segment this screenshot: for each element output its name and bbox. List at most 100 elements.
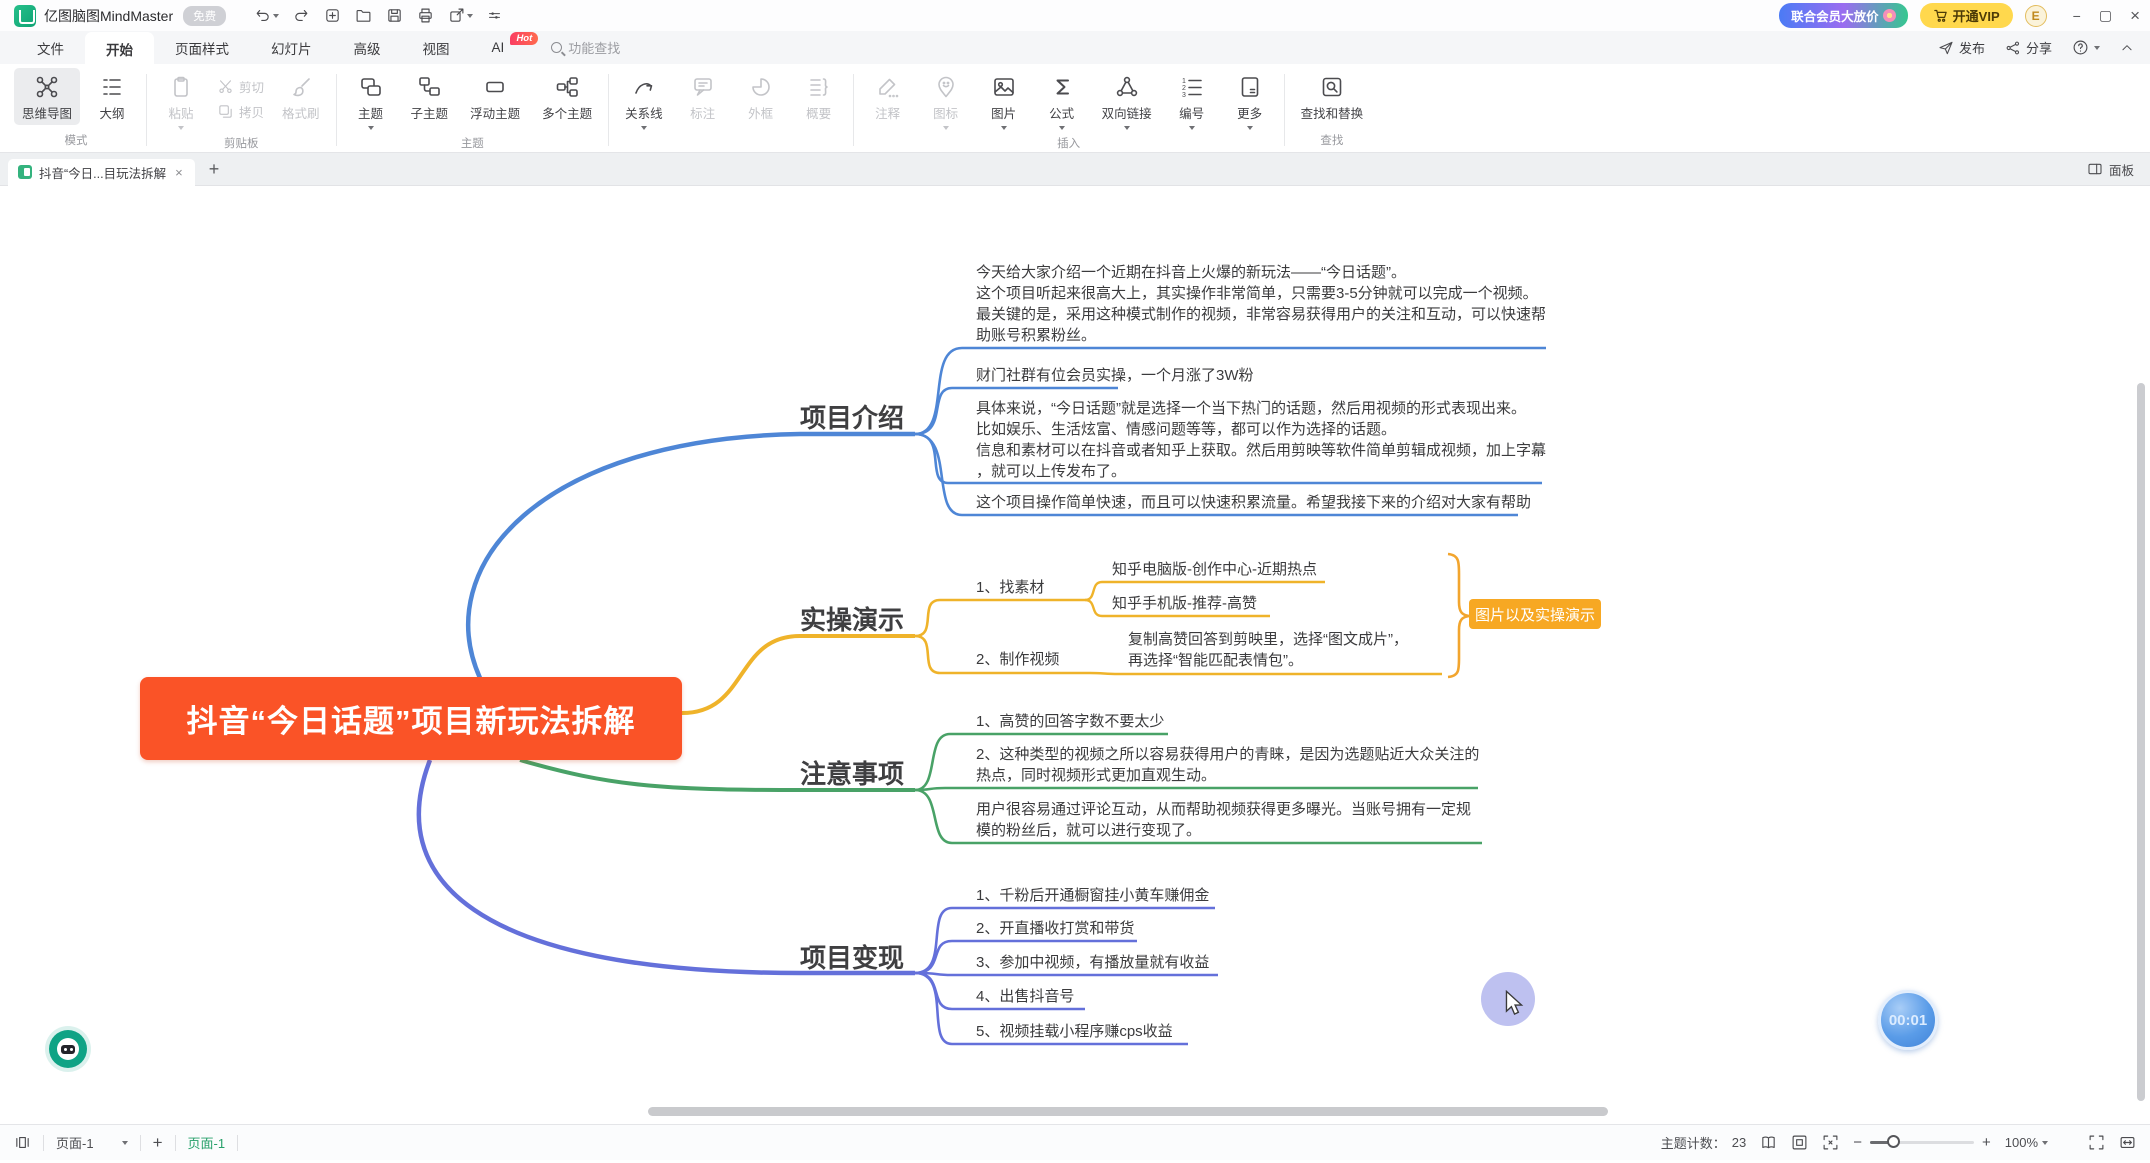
page-panel-button[interactable] xyxy=(14,1134,31,1151)
menu-tab-view[interactable]: 视图 xyxy=(402,33,471,63)
branch-node-demo[interactable]: 实操演示 xyxy=(800,600,904,637)
fit-window-button[interactable] xyxy=(1822,1134,1839,1151)
summary-topic-node[interactable]: 图片以及实操演示 xyxy=(1469,599,1601,629)
summary-button[interactable]: 概要 xyxy=(793,68,845,125)
collapse-ribbon-button[interactable] xyxy=(2120,41,2134,55)
recording-timer-bubble[interactable]: 00:01 xyxy=(1878,990,1938,1050)
export-share-button[interactable] xyxy=(448,7,473,24)
branch-node-intro[interactable]: 项目介绍 xyxy=(800,398,904,435)
zoom-slider-knob[interactable] xyxy=(1887,1135,1900,1148)
subtopic-button[interactable]: 子主题 xyxy=(403,68,457,125)
paste-dropdown-caret[interactable] xyxy=(178,126,184,130)
share-button[interactable]: 分享 xyxy=(2005,38,2052,57)
picture-dropdown-caret[interactable] xyxy=(1001,126,1007,130)
topic-node[interactable]: 2、制作视频 xyxy=(976,649,1059,670)
relationship-line-button[interactable]: 关系线 xyxy=(617,68,671,133)
branch-node-notes[interactable]: 注意事项 xyxy=(800,754,904,791)
topic-node[interactable]: 2、开直播收打赏和带货 xyxy=(976,918,1134,939)
format-painter-button[interactable]: 格式刷 xyxy=(274,68,328,125)
outline-mode-button[interactable]: 大纲 xyxy=(86,68,138,125)
add-page-button[interactable]: + xyxy=(153,1133,163,1153)
paste-button[interactable]: 粘贴 xyxy=(155,68,207,133)
redo-button[interactable] xyxy=(293,7,310,24)
menu-tab-file[interactable]: 文件 xyxy=(16,33,85,63)
menu-tab-page-style[interactable]: 页面样式 xyxy=(154,33,250,63)
ai-assistant-button[interactable] xyxy=(49,1030,87,1068)
zoom-slider-track[interactable] xyxy=(1870,1141,1974,1145)
new-document-tab-button[interactable]: + xyxy=(209,159,220,180)
branch-node-monetize[interactable]: 项目变现 xyxy=(800,938,904,975)
save-button[interactable] xyxy=(386,7,403,24)
topic-node[interactable]: 2、这种类型的视频之所以容易获得用户的青睐，是因为选题贴近大众关注的 热点，同时… xyxy=(976,744,1479,786)
formula-dropdown-caret[interactable] xyxy=(1059,126,1065,130)
zoom-out-button[interactable]: − xyxy=(1853,1134,1862,1151)
menu-tab-advanced[interactable]: 高级 xyxy=(333,33,402,63)
horizontal-scrollbar[interactable] xyxy=(648,1107,1608,1116)
insert-icon-caret[interactable] xyxy=(943,126,949,130)
floating-topic-button[interactable]: 浮动主题 xyxy=(462,68,528,125)
fullscreen-button[interactable] xyxy=(2088,1134,2105,1151)
topic-node[interactable]: 复制高赞回答到剪映里，选择“图文成片”， 再选择“智能匹配表情包”。 xyxy=(1128,629,1408,671)
find-replace-button[interactable]: 查找和替换 xyxy=(1293,68,1372,125)
zoom-in-button[interactable]: + xyxy=(1982,1134,1991,1151)
open-vip-button[interactable]: 开通VIP xyxy=(1920,3,2013,28)
menu-tab-slides[interactable]: 幻灯片 xyxy=(250,33,333,63)
fit-page-button[interactable] xyxy=(1791,1134,1808,1151)
fit-width-button[interactable] xyxy=(2119,1134,2136,1151)
topic-node[interactable]: 用户很容易通过评论互动，从而帮助视频获得更多曝光。当账号拥有一定规 模的粉丝后，… xyxy=(976,799,1471,841)
topic-node[interactable]: 1、高赞的回答字数不要太少 xyxy=(976,711,1164,732)
document-tab-close-icon[interactable]: × xyxy=(173,165,185,180)
topic-node[interactable]: 1、找素材 xyxy=(976,577,1044,598)
help-button[interactable] xyxy=(2072,39,2100,56)
comment-button[interactable]: 注释 xyxy=(862,68,914,125)
customize-toolbar-button[interactable] xyxy=(487,8,502,23)
copy-button[interactable]: 拷贝 xyxy=(213,99,268,124)
feature-search-input[interactable]: 功能查找 xyxy=(551,38,620,57)
maximize-button[interactable]: ▢ xyxy=(2099,7,2112,24)
mindmap-mode-button[interactable]: 思维导图 xyxy=(14,68,80,125)
undo-dropdown-caret[interactable] xyxy=(273,14,279,18)
zoom-slider[interactable]: − + xyxy=(1853,1134,1991,1151)
insert-picture-button[interactable]: 图片 xyxy=(978,68,1030,133)
zoom-level-caret[interactable] xyxy=(2042,1141,2048,1145)
relationship-dropdown-caret[interactable] xyxy=(641,126,647,130)
new-document-button[interactable] xyxy=(324,7,341,24)
more-insert-button[interactable]: 更多 xyxy=(1224,68,1276,133)
topic-dropdown-caret[interactable] xyxy=(368,126,374,130)
print-button[interactable] xyxy=(417,7,434,24)
topic-node[interactable]: 财门社群有位会员实操，一个月涨了3W粉 xyxy=(976,365,1254,386)
zoom-level-dropdown[interactable]: 100% xyxy=(2005,1135,2048,1150)
help-dropdown-caret[interactable] xyxy=(2094,46,2100,50)
close-button[interactable]: × xyxy=(2130,6,2140,26)
outer-frame-button[interactable]: 外框 xyxy=(735,68,787,125)
numbering-dropdown-caret[interactable] xyxy=(1189,126,1195,130)
page-select-dropdown[interactable]: 页面-1 xyxy=(56,1133,128,1152)
insert-icon-button[interactable]: 图标 xyxy=(920,68,972,133)
topic-node[interactable]: 5、视频挂载小程序赚cps收益 xyxy=(976,1021,1173,1042)
topic-node[interactable]: 1、千粉后开通橱窗挂小黄车赚佣金 xyxy=(976,885,1209,906)
central-topic-node[interactable]: 抖音“今日话题”项目新玩法拆解 xyxy=(140,677,682,760)
formula-button[interactable]: 公式 xyxy=(1036,68,1088,133)
mindmap-canvas[interactable]: 抖音“今日话题”项目新玩法拆解 项目介绍 实操演示 注意事项 项目变现 今天给大… xyxy=(0,186,2150,1124)
multi-topic-button[interactable]: 多个主题 xyxy=(534,68,600,125)
open-file-button[interactable] xyxy=(355,7,372,24)
topic-node[interactable]: 今天给大家介绍一个近期在抖音上火爆的新玩法——“今日话题”。 这个项目听起来很高… xyxy=(976,262,1546,346)
export-dropdown-caret[interactable] xyxy=(467,14,473,18)
topic-node[interactable]: 知乎电脑版-创作中心-近期热点 xyxy=(1112,559,1317,580)
topic-node[interactable]: 知乎手机版-推荐-高赞 xyxy=(1112,593,1257,614)
minimize-button[interactable]: − xyxy=(2073,8,2081,24)
topic-node[interactable]: 具体来说，“今日话题”就是选择一个当下热门的话题，然后用视频的形式表现出来。 比… xyxy=(976,398,1546,482)
callout-button[interactable]: 标注 xyxy=(677,68,729,125)
numbering-button[interactable]: 123 编号 xyxy=(1166,68,1218,133)
user-avatar[interactable]: E xyxy=(2025,5,2047,27)
reading-mode-button[interactable] xyxy=(1760,1134,1777,1151)
bilink-dropdown-caret[interactable] xyxy=(1124,126,1130,130)
cut-button[interactable]: 剪切 xyxy=(213,74,268,99)
topic-node[interactable]: 4、出售抖音号 xyxy=(976,986,1074,1007)
topic-button[interactable]: 主题 xyxy=(345,68,397,133)
menu-tab-home[interactable]: 开始 xyxy=(85,32,154,67)
topic-node[interactable]: 3、参加中视频，有播放量就有收益 xyxy=(976,952,1209,973)
menu-tab-ai[interactable]: AI Hot xyxy=(471,35,526,60)
undo-button[interactable] xyxy=(254,7,279,24)
more-dropdown-caret[interactable] xyxy=(1247,126,1253,130)
